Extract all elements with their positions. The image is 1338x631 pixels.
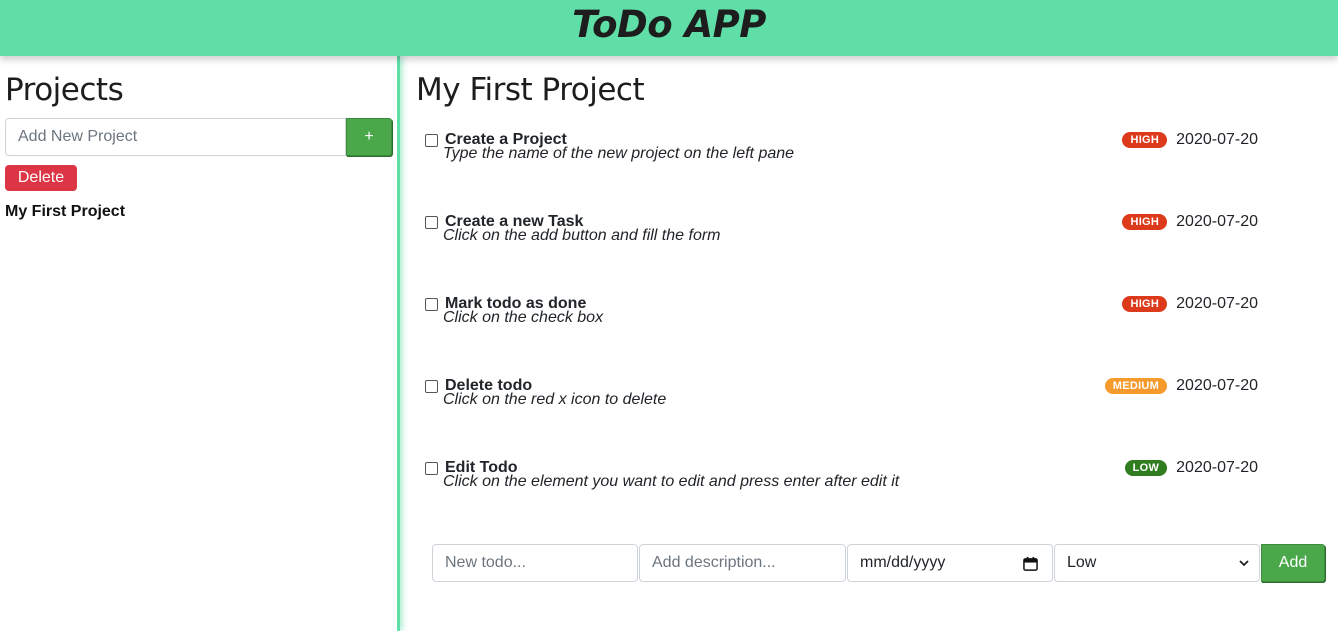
todo-date[interactable]: 2020-07-20 bbox=[1176, 131, 1258, 149]
todo-checkbox[interactable] bbox=[425, 133, 438, 147]
todo-checkbox[interactable] bbox=[425, 379, 438, 393]
app-header: ToDo APP bbox=[0, 0, 1338, 56]
todo-date[interactable]: 2020-07-20 bbox=[1176, 459, 1258, 477]
priority-badge[interactable]: HIGH bbox=[1122, 132, 1168, 148]
todo-item: Edit Todo Click on the element you want … bbox=[416, 448, 1258, 530]
add-todo-button[interactable]: Add bbox=[1261, 544, 1325, 582]
todo-date[interactable]: 2020-07-20 bbox=[1176, 213, 1258, 231]
project-main: My First Project Create a Project Type t… bbox=[403, 56, 1338, 631]
app-title: ToDo APP bbox=[572, 3, 766, 46]
project-title: My First Project bbox=[416, 72, 645, 108]
new-project-form: Add New Project + bbox=[5, 118, 392, 156]
todo-item: Mark todo as done Click on the check box… bbox=[416, 284, 1258, 366]
calendar-icon[interactable] bbox=[1023, 556, 1038, 571]
priority-badge[interactable]: LOW bbox=[1124, 460, 1168, 476]
projects-heading: Projects bbox=[5, 72, 124, 108]
description-input[interactable]: Add description... bbox=[639, 544, 846, 582]
project-item[interactable]: My First Project bbox=[5, 199, 392, 225]
todo-date[interactable]: 2020-07-20 bbox=[1176, 377, 1258, 395]
todo-item: Delete todo Click on the red x icon to d… bbox=[416, 366, 1258, 448]
todo-checkbox[interactable] bbox=[425, 215, 438, 229]
priority-select-value: Low bbox=[1067, 554, 1097, 571]
priority-badge[interactable]: MEDIUM bbox=[1104, 378, 1168, 394]
priority-badge[interactable]: HIGH bbox=[1122, 296, 1168, 312]
new-todo-input[interactable]: New todo... bbox=[432, 544, 638, 582]
priority-badge[interactable]: HIGH bbox=[1122, 214, 1168, 230]
todo-checkbox[interactable] bbox=[425, 461, 438, 475]
new-project-input[interactable]: Add New Project bbox=[5, 118, 346, 156]
todo-list: Create a Project Type the name of the ne… bbox=[416, 120, 1338, 530]
chevron-down-icon bbox=[1239, 560, 1249, 567]
new-todo-form: New todo... Add description... mm/dd/yyy… bbox=[432, 544, 1325, 582]
add-project-button[interactable]: + bbox=[346, 118, 392, 156]
todo-item: Create a Project Type the name of the ne… bbox=[416, 120, 1258, 202]
date-input[interactable]: mm/dd/yyyy bbox=[847, 544, 1053, 582]
project-list: My First Project bbox=[5, 199, 392, 225]
todo-checkbox[interactable] bbox=[425, 297, 438, 311]
delete-project-button[interactable]: Delete bbox=[5, 165, 77, 191]
date-input-value: mm/dd/yyyy bbox=[860, 554, 946, 571]
todo-item: Create a new Task Click on the add butto… bbox=[416, 202, 1258, 284]
projects-sidebar: Projects Add New Project + Delete My Fir… bbox=[0, 56, 400, 631]
todo-date[interactable]: 2020-07-20 bbox=[1176, 295, 1258, 313]
priority-select[interactable]: Low bbox=[1054, 544, 1260, 582]
